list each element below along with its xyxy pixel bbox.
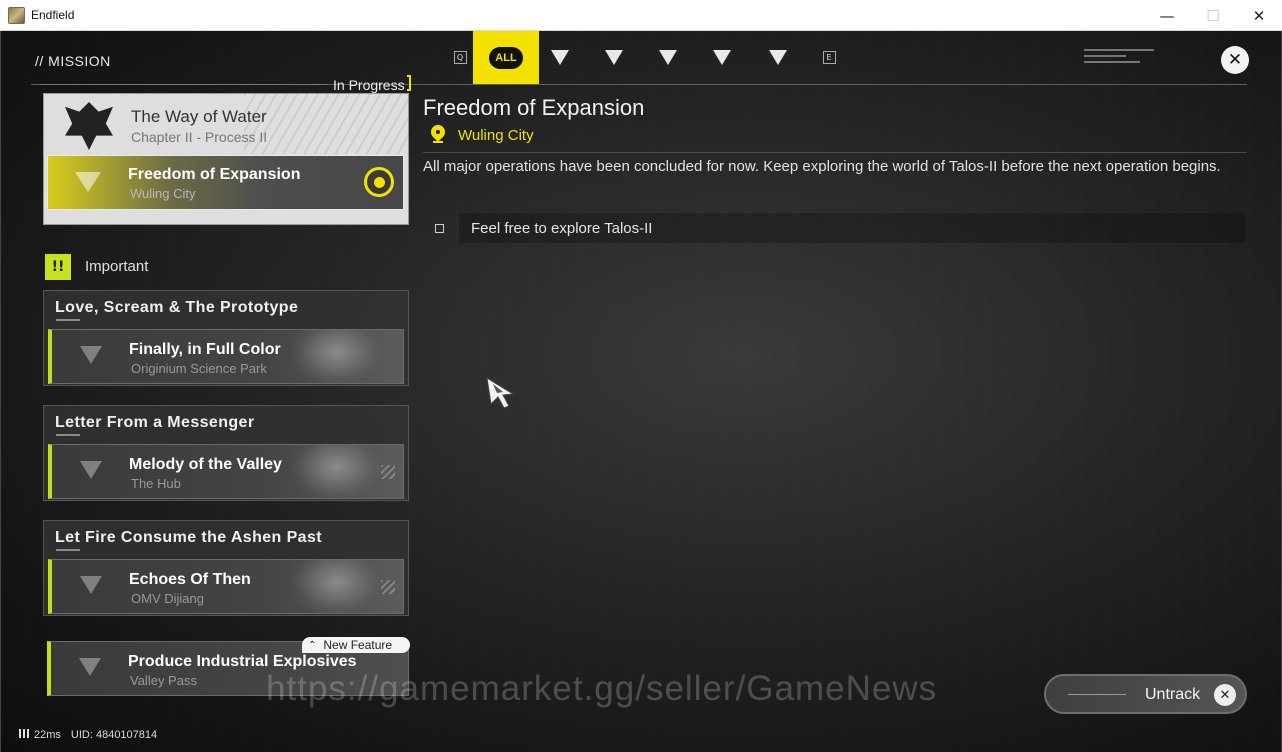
- mission-title: Freedom of Expansion: [128, 166, 301, 183]
- exclamation-icon: !!: [45, 254, 71, 280]
- important-header: !! Important: [43, 250, 409, 284]
- character-portrait: [291, 560, 381, 613]
- app-icon: [8, 7, 25, 24]
- tracking-target-icon[interactable]: [364, 167, 394, 197]
- close-icon: ✕: [1214, 684, 1236, 706]
- chapter-emblem-icon: [54, 96, 124, 156]
- mission-title: Echoes Of Then: [129, 571, 251, 588]
- window-titlebar: Endfield — ☐ ✕: [0, 0, 1282, 31]
- hotkey-q-label: Q: [453, 51, 467, 64]
- objective-checkbox-icon: [435, 224, 444, 233]
- group-title: Let Fire Consume the Ashen Past: [55, 529, 322, 546]
- divider: [41, 84, 327, 85]
- mission-group-card: Letter From a Messenger Melody of the Va…: [43, 405, 409, 501]
- detail-description: All major operations have been concluded…: [423, 158, 1221, 175]
- decorative-hud-lines: [1084, 49, 1154, 73]
- group-title: Letter From a Messenger: [55, 414, 255, 431]
- mouse-cursor-icon: [486, 377, 515, 409]
- ping-indicator: 22ms: [19, 729, 61, 741]
- maximize-button[interactable]: ☐: [1190, 0, 1236, 31]
- triangle-bar-icon: [659, 50, 677, 65]
- decorative-tag: [56, 319, 80, 321]
- triangle-star-icon: [713, 50, 731, 65]
- status-bar: 22ms UID: 4840107814: [19, 729, 157, 741]
- tab-all-label: ALL: [489, 46, 523, 69]
- mission-group-card: Let Fire Consume the Ashen Past Echoes O…: [43, 520, 409, 616]
- group-title: Love, Scream & The Prototype: [55, 299, 299, 316]
- tab-e-hotkey[interactable]: E: [816, 31, 842, 84]
- important-label: Important: [85, 258, 149, 275]
- hotkey-e-label: E: [822, 51, 836, 64]
- chevron-triangle-icon: [551, 50, 569, 65]
- mission-type-icon: [66, 574, 116, 600]
- in-progress-header: In Progress: [41, 75, 411, 93]
- tab-all[interactable]: ALL: [473, 31, 539, 84]
- mission-card[interactable]: Echoes Of Then OMV Dijiang: [48, 559, 404, 614]
- tab-triangle-star[interactable]: [707, 31, 737, 84]
- mission-group-card: Love, Scream & The Prototype Finally, in…: [43, 290, 409, 386]
- location-pin-base: [433, 141, 443, 143]
- yellow-bracket: [407, 75, 411, 91]
- triangle-lines-icon: [769, 50, 787, 65]
- mission-title: Melody of the Valley: [129, 456, 282, 473]
- watermark: https://gamemarket.gg/seller/GameNews: [266, 669, 938, 708]
- game-viewport: // MISSION Q ALL E ✕ In Progress The Way…: [0, 31, 1282, 752]
- uid-label: UID: 4840107814: [70, 729, 158, 741]
- close-menu-button[interactable]: ✕: [1221, 46, 1249, 74]
- detail-title: Freedom of Expansion: [423, 95, 645, 120]
- decorative-tag: [56, 434, 80, 436]
- decorative-slash-icon: [381, 465, 395, 479]
- objective-text: Feel free to explore Talos-II: [471, 220, 653, 237]
- untrack-label: Untrack: [1145, 686, 1201, 703]
- character-portrait: [291, 445, 381, 498]
- tab-q-hotkey[interactable]: Q: [447, 31, 473, 84]
- untrack-button[interactable]: Untrack ✕: [1044, 674, 1247, 714]
- mission-title: Finally, in Full Color: [129, 341, 281, 358]
- in-progress-label: In Progress: [333, 77, 405, 93]
- triangle-c-icon: [605, 50, 623, 65]
- mission-type-icon: [65, 656, 115, 682]
- divider: [423, 152, 1247, 153]
- mission-type-icon: [66, 344, 116, 370]
- mission-type-icon: [66, 170, 110, 196]
- detail-location[interactable]: Wuling City: [458, 127, 534, 144]
- signal-icon: [19, 729, 31, 738]
- window-title: Endfield: [31, 8, 75, 22]
- mission-type-icon: [66, 459, 116, 485]
- active-mission-card[interactable]: Freedom of Expansion Wuling City: [47, 155, 404, 210]
- chapter-subtitle: Chapter II - Process II: [131, 129, 268, 145]
- mission-location: OMV Dijiang: [131, 591, 204, 606]
- badge-label: New Feature: [323, 638, 393, 652]
- ping-value: 22ms: [34, 729, 61, 741]
- character-portrait: [291, 330, 381, 383]
- decorative-slash-icon: [381, 580, 395, 594]
- location-pin-dot: [436, 130, 440, 134]
- tab-triangle-lines[interactable]: [763, 31, 793, 84]
- new-feature-badge: ⌃ New Feature: [302, 637, 410, 653]
- tab-triangle-c[interactable]: [599, 31, 629, 84]
- objective-row: Feel free to explore Talos-II: [459, 213, 1245, 243]
- double-chevron-up-icon: ⌃: [308, 639, 317, 651]
- minimize-button[interactable]: —: [1144, 0, 1190, 31]
- mission-card[interactable]: Melody of the Valley The Hub: [48, 444, 404, 499]
- mission-card[interactable]: Finally, in Full Color Originium Science…: [48, 329, 404, 384]
- mission-location: Wuling City: [130, 186, 196, 201]
- chapter-title: The Way of Water: [131, 107, 267, 126]
- decorative-tag: [56, 549, 80, 551]
- tab-chevron-triangle[interactable]: [545, 31, 575, 84]
- tab-triangle-bar[interactable]: [653, 31, 683, 84]
- decorative-pattern: [244, 94, 409, 154]
- mission-location: Originium Science Park: [131, 361, 267, 376]
- section-title: // MISSION: [35, 53, 111, 69]
- mission-location: The Hub: [131, 476, 181, 491]
- close-window-button[interactable]: ✕: [1236, 0, 1282, 31]
- mission-location: Valley Pass: [130, 673, 197, 688]
- decorative-line: [1068, 694, 1126, 695]
